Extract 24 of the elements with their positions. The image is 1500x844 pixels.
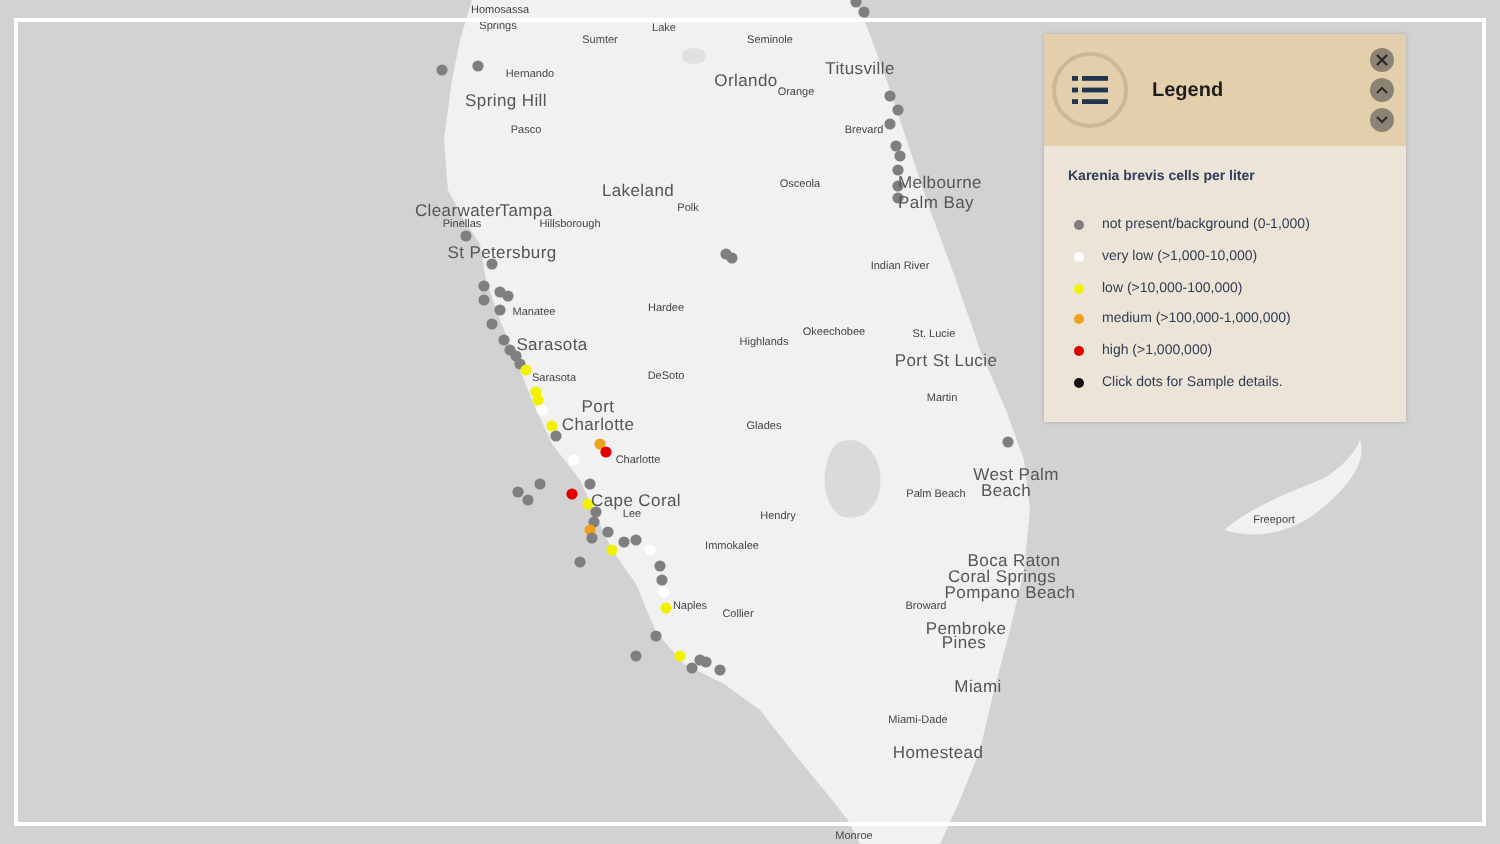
place-label: Spring Hill <box>465 91 547 109</box>
place-label: Orlando <box>714 71 778 89</box>
place-label: Sarasota <box>516 335 588 353</box>
place-label: Beach <box>980 481 1032 499</box>
place-label: Pines <box>941 633 987 651</box>
place-label: Boca Raton <box>967 551 1061 569</box>
place-label: Port <box>581 397 615 415</box>
place-label: West Palm <box>973 465 1059 483</box>
place-label: Coral Springs <box>947 567 1057 585</box>
place-label: Titusville <box>825 59 895 77</box>
place-label: Lakeland <box>601 181 675 199</box>
place-label: Pompano Beach <box>944 583 1076 601</box>
place-label: Pembroke <box>925 619 1007 637</box>
place-label: Tampa <box>499 201 553 219</box>
place-label: Cape Coral <box>591 491 681 509</box>
place-label: Melbourne <box>898 173 982 191</box>
place-label: Charlotte <box>561 415 635 433</box>
place-label: Miami <box>954 677 1002 695</box>
place-label: Clearwater <box>414 201 502 219</box>
place-label: St Petersburg <box>447 243 557 261</box>
legend-title: Legend <box>1152 79 1226 101</box>
place-label: Palm Bay <box>898 193 974 211</box>
place-label: Port St Lucie <box>894 351 998 369</box>
place-label: Homestead <box>892 743 984 761</box>
